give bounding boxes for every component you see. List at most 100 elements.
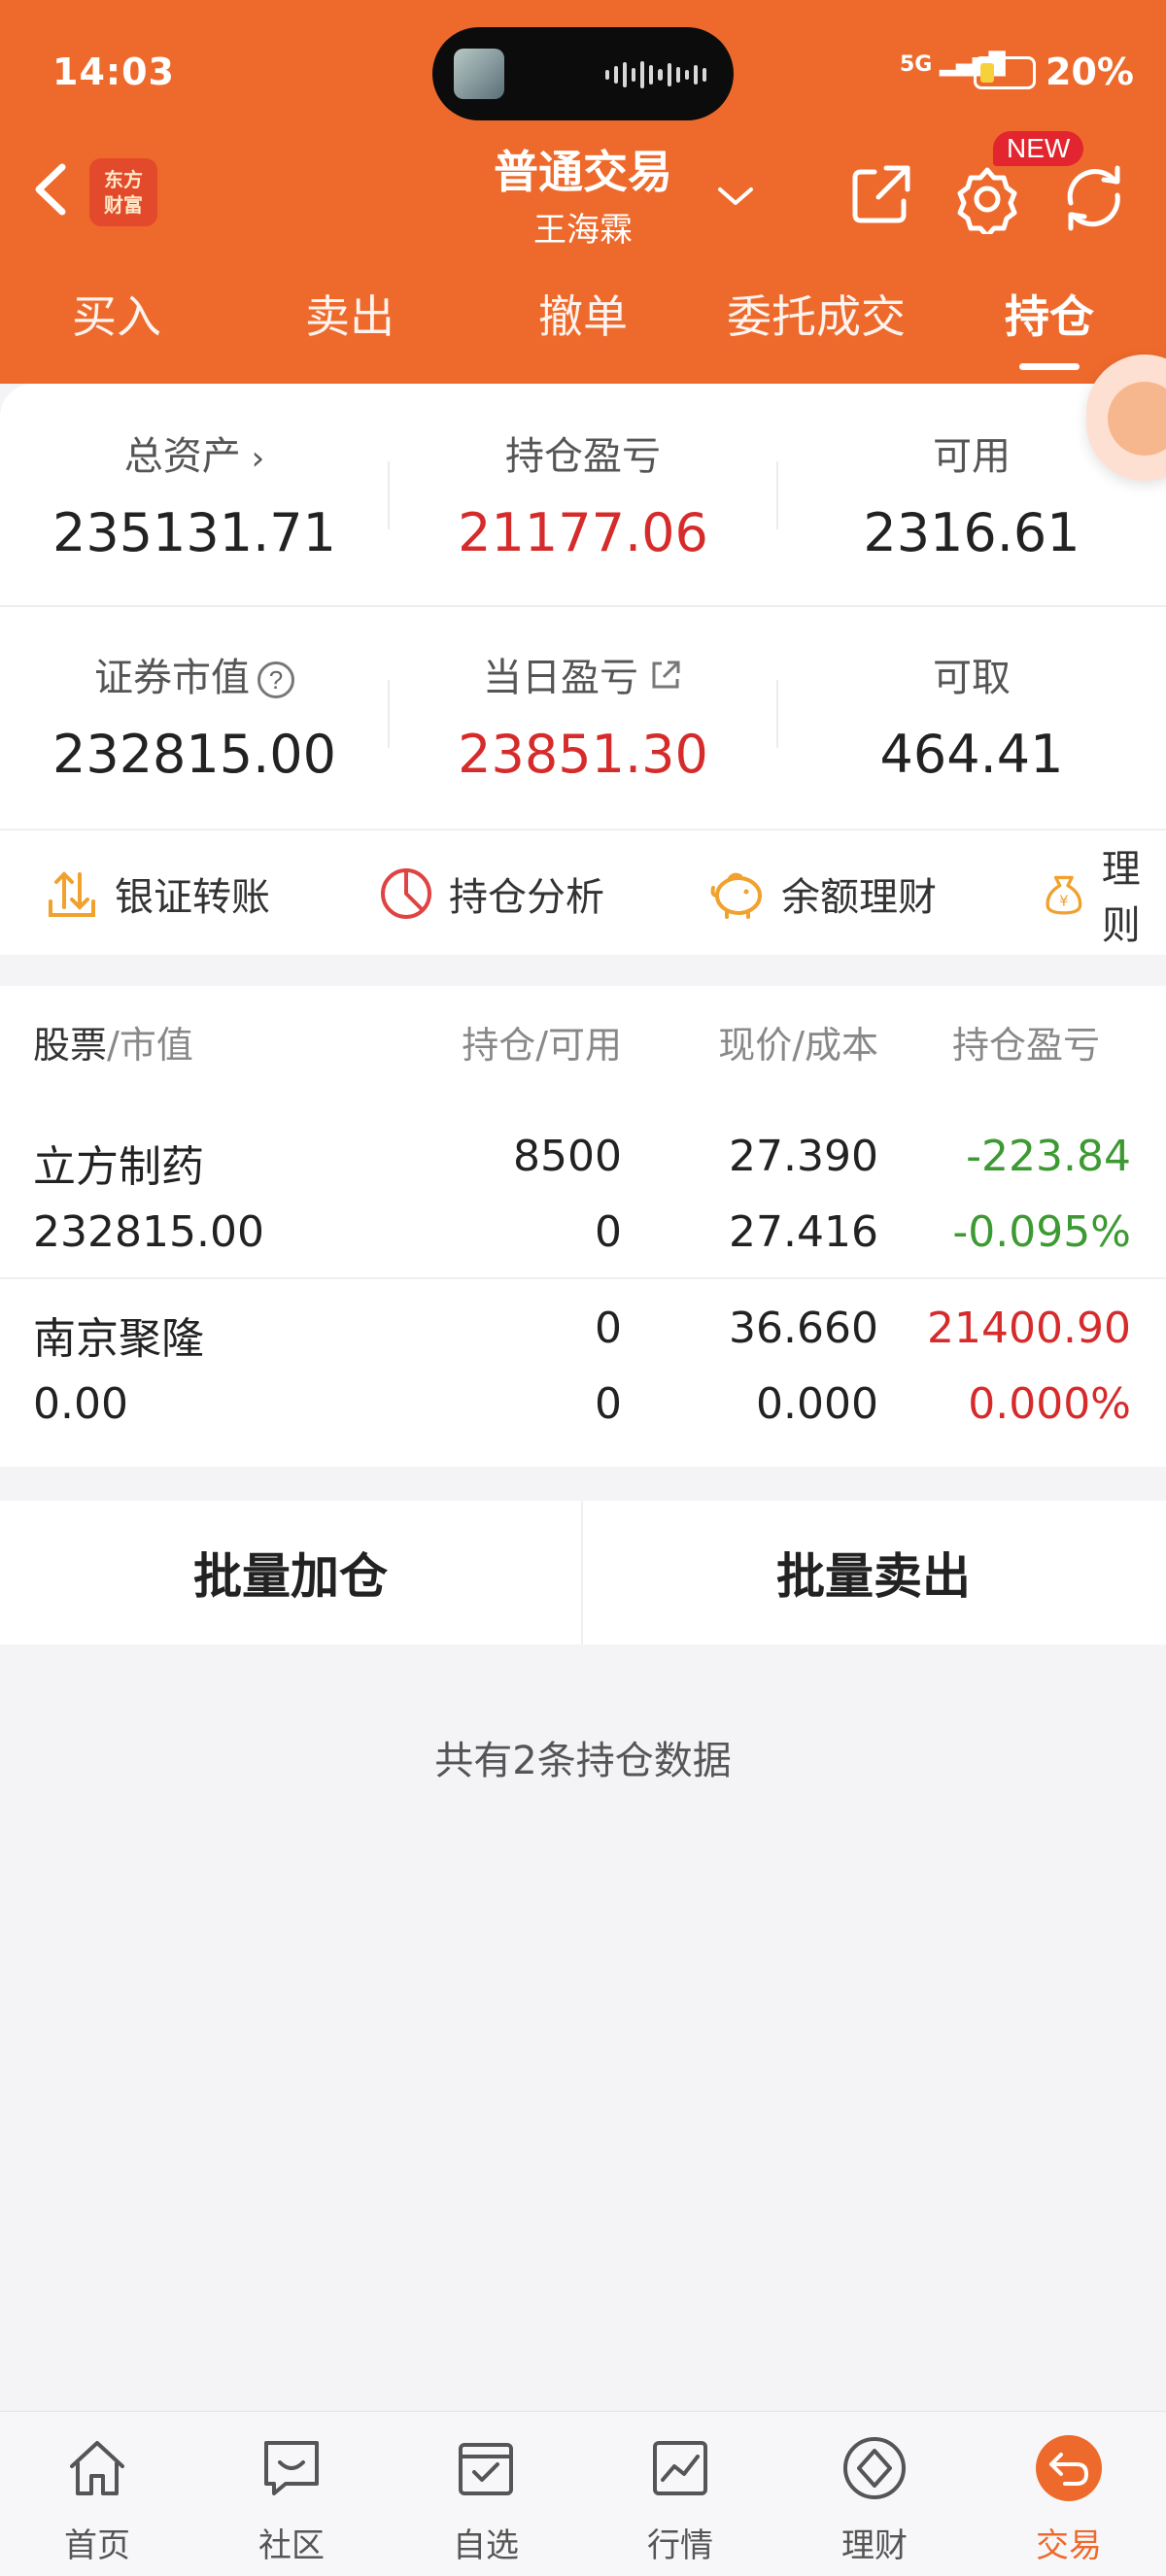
position-pl: -223.84 (966, 1132, 1131, 1181)
nav-trade[interactable]: 交易 (972, 2412, 1166, 2576)
quick-action-label: 持仓分析 (449, 875, 604, 920)
share-export-icon[interactable] (847, 160, 915, 228)
current-price: 27.390 (729, 1132, 878, 1181)
chevron-down-icon[interactable] (714, 180, 753, 219)
account-switcher[interactable]: 普通交易 王海霖 (428, 131, 738, 257)
chat-icon (264, 2441, 319, 2495)
total-assets-value: 235131.71 (51, 502, 337, 563)
brand-logo: 东方财富 (89, 158, 157, 226)
table-row[interactable]: 南京聚隆 0.00 0 0 36.660 0.000 21400.90 0.00… (0, 1279, 1166, 1449)
stock-name: 南京聚隆 (33, 1314, 204, 1364)
refresh-icon[interactable] (1057, 160, 1131, 234)
battery-percentage: 20% (1046, 51, 1134, 93)
securities-market-value: 证券市值? 232815.00 (0, 646, 389, 785)
nav-community[interactable]: 社区 (194, 2412, 389, 2576)
batch-add-button[interactable]: 批量加仓 (0, 1501, 581, 1644)
svg-text:¥: ¥ (1059, 892, 1068, 909)
settings-gear-icon[interactable] (950, 160, 1024, 239)
quick-action-bank-transfer[interactable]: 银证转账 (43, 830, 270, 957)
stock-name: 立方制药 (33, 1142, 204, 1192)
active-tab-indicator (1019, 363, 1080, 370)
bottom-tab-bar: 首页 社区 自选 行情 理财 交易 (0, 2411, 1166, 2576)
nav-market[interactable]: 行情 (583, 2412, 777, 2576)
withdrawable-value: 464.41 (879, 724, 1064, 785)
nav-home[interactable]: 首页 (0, 2412, 194, 2576)
available-qty: 0 (595, 1379, 622, 1429)
position-pl-pct: 0.000% (968, 1379, 1131, 1429)
battery-icon (974, 56, 1036, 89)
trade-icon (1036, 2435, 1102, 2501)
status-time: 14:03 (52, 51, 175, 93)
piggy-bank-icon (710, 872, 762, 919)
nav-label: 交易 (1036, 2526, 1102, 2565)
current-price: 36.660 (729, 1304, 878, 1353)
transfer-icon (49, 871, 95, 917)
nav-label: 自选 (453, 2526, 519, 2565)
quick-action-label: 银证转账 (115, 875, 270, 920)
position-pl: 21400.90 (927, 1304, 1131, 1353)
external-link-icon (648, 658, 683, 702)
nav-wealth[interactable]: 理财 (777, 2412, 972, 2576)
audio-waveform-icon (605, 60, 706, 89)
withdrawable-funds: 可取 464.41 (777, 646, 1166, 785)
page-title: 普通交易 (494, 146, 672, 198)
position-pl-value: 21177.06 (458, 502, 708, 563)
nav-row: 东方财富 普通交易 王海霖 NEW (0, 131, 1166, 257)
batch-sell-button[interactable]: 批量卖出 (583, 1501, 1164, 1644)
tab-positions[interactable]: 持仓 (972, 282, 1127, 369)
status-bar: 14:03 5G ▂▄▆█ 20% (0, 0, 1166, 146)
tab-cancel-order[interactable]: 撤单 (505, 282, 661, 369)
available-value: 2316.61 (863, 502, 1080, 563)
quick-actions-bar: 银证转账 持仓分析 余额理财 ¥ 理则 (0, 829, 1166, 955)
cost-price: 0.000 (756, 1379, 878, 1429)
available-qty: 0 (595, 1207, 622, 1257)
total-assets-label: 总资产 (123, 434, 241, 479)
account-summary-card: 总资产 › 235131.71 持仓盈亏 21177.06 可用 2316.61… (0, 384, 1166, 829)
quick-action-wealth[interactable]: ¥ 理则 (1040, 830, 1166, 957)
position-pl-label: 持仓盈亏 (505, 434, 661, 479)
tab-sell[interactable]: 卖出 (272, 282, 428, 369)
back-arrow-icon[interactable] (27, 155, 86, 223)
header-stock-market-value: 股票/市值 (33, 1024, 193, 1067)
position-qty: 0 (595, 1304, 622, 1353)
dynamic-island[interactable] (432, 27, 734, 120)
tab-buy[interactable]: 买入 (39, 282, 194, 369)
money-bag-icon: ¥ (1046, 875, 1082, 915)
market-value-label: 证券市值 (94, 656, 250, 700)
daily-pl-value: 23851.30 (458, 724, 708, 785)
tab-orders-fills[interactable]: 委托成交 (704, 282, 928, 369)
help-question-icon[interactable]: ? (257, 661, 294, 698)
holdings-table: 股票/市值 持仓/可用 现价/成本 持仓盈亏 立方制药 232815.00 85… (0, 986, 1166, 1467)
daily-pl[interactable]: 当日盈亏 23851.30 (389, 646, 777, 785)
daily-pl-label: 当日盈亏 (483, 656, 638, 700)
nav-label: 理财 (841, 2526, 908, 2565)
divider (0, 605, 1166, 607)
nav-watchlist[interactable]: 自选 (389, 2412, 583, 2576)
quick-action-label: 余额理财 (781, 875, 937, 920)
quick-action-position-analysis[interactable]: 持仓分析 (377, 830, 604, 957)
pie-chart-icon (381, 868, 431, 919)
quick-action-balance-wealth[interactable]: 余额理财 (707, 830, 937, 957)
cost-price: 27.416 (729, 1207, 878, 1257)
header-position-available: 持仓/可用 (462, 1024, 622, 1067)
app-header: 14:03 5G ▂▄▆█ 20% 东方财富 普通交易 王海霖 NEW 买入 卖… (0, 0, 1166, 384)
header-position-pl: 持仓盈亏 (952, 1024, 1101, 1067)
withdrawable-label: 可取 (933, 656, 1011, 700)
table-row[interactable]: 立方制药 232815.00 8500 0 27.390 27.416 -223… (0, 1107, 1166, 1277)
header-price-cost: 现价/成本 (718, 1024, 878, 1067)
stock-market-value: 232815.00 (33, 1207, 264, 1257)
quick-action-label: 理则 (1101, 847, 1141, 948)
nav-label: 社区 (258, 2526, 325, 2565)
batch-actions: 批量加仓 批量卖出 (0, 1501, 1166, 1644)
home-icon (70, 2441, 124, 2495)
position-pl-pct: -0.095% (952, 1207, 1131, 1257)
position-qty: 8500 (513, 1132, 622, 1181)
nav-label: 行情 (647, 2526, 713, 2565)
chevron-right-icon: › (240, 439, 265, 478)
watchlist-icon (459, 2443, 513, 2495)
trade-tabs: 买入 卖出 撤单 委托成交 持仓 (0, 282, 1166, 370)
stock-market-value: 0.00 (33, 1379, 128, 1429)
account-name: 王海霖 (533, 211, 633, 250)
total-assets[interactable]: 总资产 › 235131.71 (0, 424, 389, 563)
position-pl: 持仓盈亏 21177.06 (389, 424, 777, 563)
